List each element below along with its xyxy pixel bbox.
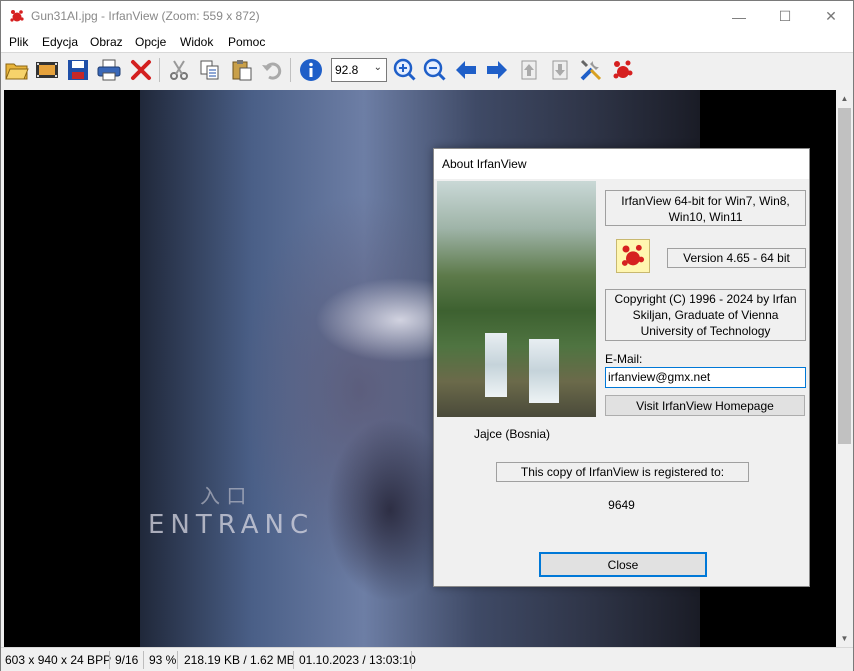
status-separator	[109, 651, 110, 669]
paste-icon[interactable]	[229, 57, 255, 83]
settings-icon[interactable]	[578, 57, 604, 83]
image-sign-text: ENTRANC	[148, 510, 315, 540]
zoom-in-icon[interactable]	[392, 57, 418, 83]
menu-bar: Plik Edycja Obraz Opcje Widok Pomoc	[1, 32, 853, 52]
zoom-out-icon[interactable]	[422, 57, 448, 83]
chevron-down-icon: ⌄	[373, 62, 382, 73]
next-icon[interactable]	[484, 57, 510, 83]
irfanview-logo-icon	[616, 239, 650, 273]
menu-help[interactable]: Pomoc	[228, 35, 265, 49]
jajce-waterfall-photo	[437, 181, 596, 417]
status-separator	[143, 651, 144, 669]
status-separator	[411, 651, 412, 669]
dialog-title-bar[interactable]: About IrfanView	[434, 149, 809, 179]
previous-icon[interactable]	[453, 57, 479, 83]
visit-homepage-button[interactable]: Visit IrfanView Homepage	[605, 395, 805, 416]
open-icon[interactable]	[4, 57, 30, 83]
irfanview-logo-icon[interactable]	[610, 57, 636, 83]
product-name-box: IrfanView 64-bit for Win7, Win8, Win10, …	[605, 190, 806, 226]
waterfall-shape	[485, 333, 507, 397]
toolbar-separator	[159, 58, 160, 82]
status-datetime: 01.10.2023 / 13:03:10	[299, 653, 416, 667]
about-dialog: About IrfanView Jajce (Bosnia) IrfanView…	[433, 148, 810, 587]
waterfall-shape	[529, 339, 559, 403]
close-window-button[interactable]: ✕	[808, 1, 854, 32]
status-file-size: 218.19 KB / 1.62 MB	[184, 653, 295, 667]
irfanview-app-icon	[10, 10, 24, 22]
window-title: Gun31AI.jpg - IrfanView (Zoom: 559 x 872…	[31, 9, 260, 23]
menu-edit[interactable]: Edycja	[42, 35, 78, 49]
copyright-box: Copyright (C) 1996 - 2024 by Irfan Skilj…	[605, 289, 806, 341]
scroll-up-arrow-icon[interactable]: ▲	[836, 90, 853, 107]
menu-options[interactable]: Opcje	[135, 35, 166, 49]
zoom-dropdown[interactable]: 92.8 ⌄	[331, 58, 387, 82]
photo-caption: Jajce (Bosnia)	[474, 427, 551, 441]
delete-icon[interactable]	[128, 57, 154, 83]
scrollbar-thumb[interactable]	[838, 108, 851, 444]
undo-icon[interactable]	[259, 57, 285, 83]
image-sign-text: 入 口	[200, 484, 247, 508]
slideshow-icon[interactable]	[34, 57, 60, 83]
email-field[interactable]: irfanview@gmx.net	[605, 367, 806, 388]
registration-number: 9649	[608, 498, 635, 512]
first-page-icon[interactable]	[516, 57, 542, 83]
toolbar-separator	[290, 58, 291, 82]
irfanview-window: Gun31AI.jpg - IrfanView (Zoom: 559 x 872…	[0, 0, 854, 671]
menu-view[interactable]: Widok	[180, 35, 213, 49]
status-bar: 603 x 940 x 24 BPP 9/16 93 % 218.19 KB /…	[1, 647, 853, 671]
status-separator	[293, 651, 294, 669]
email-label: E-Mail:	[605, 352, 643, 366]
status-dimensions: 603 x 940 x 24 BPP	[5, 653, 112, 667]
menu-file[interactable]: Plik	[9, 35, 28, 49]
dialog-title: About IrfanView	[442, 157, 527, 171]
close-button[interactable]: Close	[539, 552, 707, 577]
vertical-scrollbar[interactable]: ▲ ▼	[836, 90, 853, 647]
last-page-icon[interactable]	[547, 57, 573, 83]
save-icon[interactable]	[65, 57, 91, 83]
registered-to-box: This copy of IrfanView is registered to:	[496, 462, 749, 482]
maximize-button[interactable]: ☐	[762, 1, 808, 32]
minimize-button[interactable]: —	[716, 1, 762, 32]
cut-icon[interactable]	[166, 57, 192, 83]
print-icon[interactable]	[96, 57, 122, 83]
copy-icon[interactable]	[197, 57, 223, 83]
status-zoom: 93 %	[149, 653, 177, 667]
status-index: 9/16	[115, 653, 139, 667]
status-separator	[177, 651, 178, 669]
zoom-value: 92.8	[335, 63, 359, 77]
toolbar: 92.8 ⌄	[1, 52, 853, 89]
title-bar[interactable]: Gun31AI.jpg - IrfanView (Zoom: 559 x 872…	[1, 1, 853, 32]
version-box: Version 4.65 - 64 bit	[667, 248, 806, 268]
info-icon[interactable]	[298, 57, 324, 83]
menu-image[interactable]: Obraz	[90, 35, 123, 49]
scroll-down-arrow-icon[interactable]: ▼	[836, 630, 853, 647]
